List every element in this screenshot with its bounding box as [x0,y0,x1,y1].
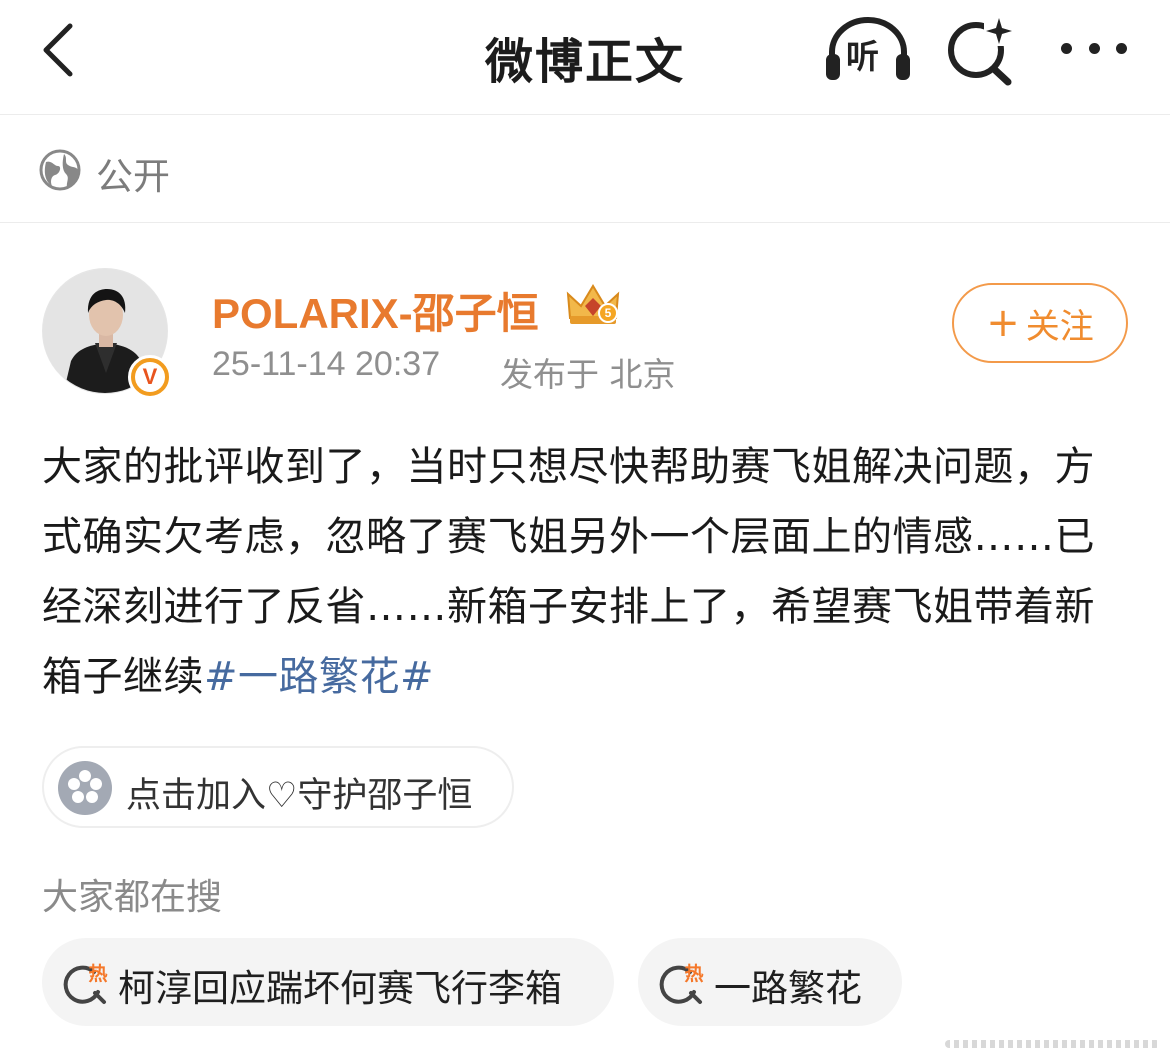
home-indicator [945,1040,1160,1048]
more-dot-icon [1061,42,1072,54]
listen-button[interactable]: 听 [822,14,914,84]
top-navigation-bar: 微博正文 听 [0,0,1170,115]
hot-search-label: 一路繁花 [714,967,862,1010]
post-body-text: 大家的批评收到了，当时只想尽快帮助赛飞姐解决问题，方式确实欠考虑，忽略了赛飞姐另… [42,444,1095,700]
author-name[interactable]: POLARIX-邵子恒 [212,280,539,341]
globe-icon [39,149,81,191]
more-dot-icon [1116,42,1127,54]
visibility-label: 公开 [96,155,170,198]
hot-badge: 热 [88,962,107,985]
crown-badge-icon[interactable]: 5 [564,282,622,326]
hot-search-icon: 热 [63,962,108,1004]
flower-icon [68,770,102,803]
hot-search-chip[interactable]: 热 柯淳回应踹坏何赛飞行李箱 [42,938,614,1026]
topic-hashtag-link[interactable]: #一路繁花# [204,654,434,700]
supertopic-label: 点击加入♡守护邵子恒 [126,776,473,816]
visibility-row: 公开 [0,116,1170,223]
hot-search-icon: 热 [659,962,704,1004]
search-button[interactable] [944,14,1020,86]
more-dot-icon [1088,42,1100,54]
post-text: 大家的批评收到了，当时只想尽快帮助赛飞姐解决问题，方式确实欠考虑，忽略了赛飞姐另… [42,432,1128,712]
more-options-button[interactable] [1055,26,1133,70]
hot-search-chip[interactable]: 热 一路繁花 [638,938,902,1026]
listen-label: 听 [846,37,879,76]
back-button[interactable] [28,20,88,80]
hot-search-label: 柯淳回应踹坏何赛飞行李箱 [118,967,562,1010]
verified-mark: V [135,362,165,392]
supertopic-join-chip[interactable]: 点击加入♡守护邵子恒 [42,746,514,828]
follow-label: 关注 [1025,306,1094,347]
plus-icon: + [986,300,1020,346]
weibo-post-detail-page: 微博正文 听 公开 V POLARIX-邵子恒 5 25-11-14 20:37… [0,0,1170,1051]
search-section-heading: 大家都在搜 [42,877,223,918]
hot-badge: 热 [684,962,703,985]
verified-badge: V [128,355,172,399]
post-timestamp: 25-11-14 20:37 [212,345,441,383]
follow-button[interactable]: + 关注 [952,283,1128,363]
search-sparkle-icon [948,18,1012,86]
svg-text:5: 5 [605,306,612,320]
chevron-left-icon [43,23,73,77]
post-location: 发布于 北京 [500,355,676,394]
supertopic-flower-icon [58,761,112,815]
